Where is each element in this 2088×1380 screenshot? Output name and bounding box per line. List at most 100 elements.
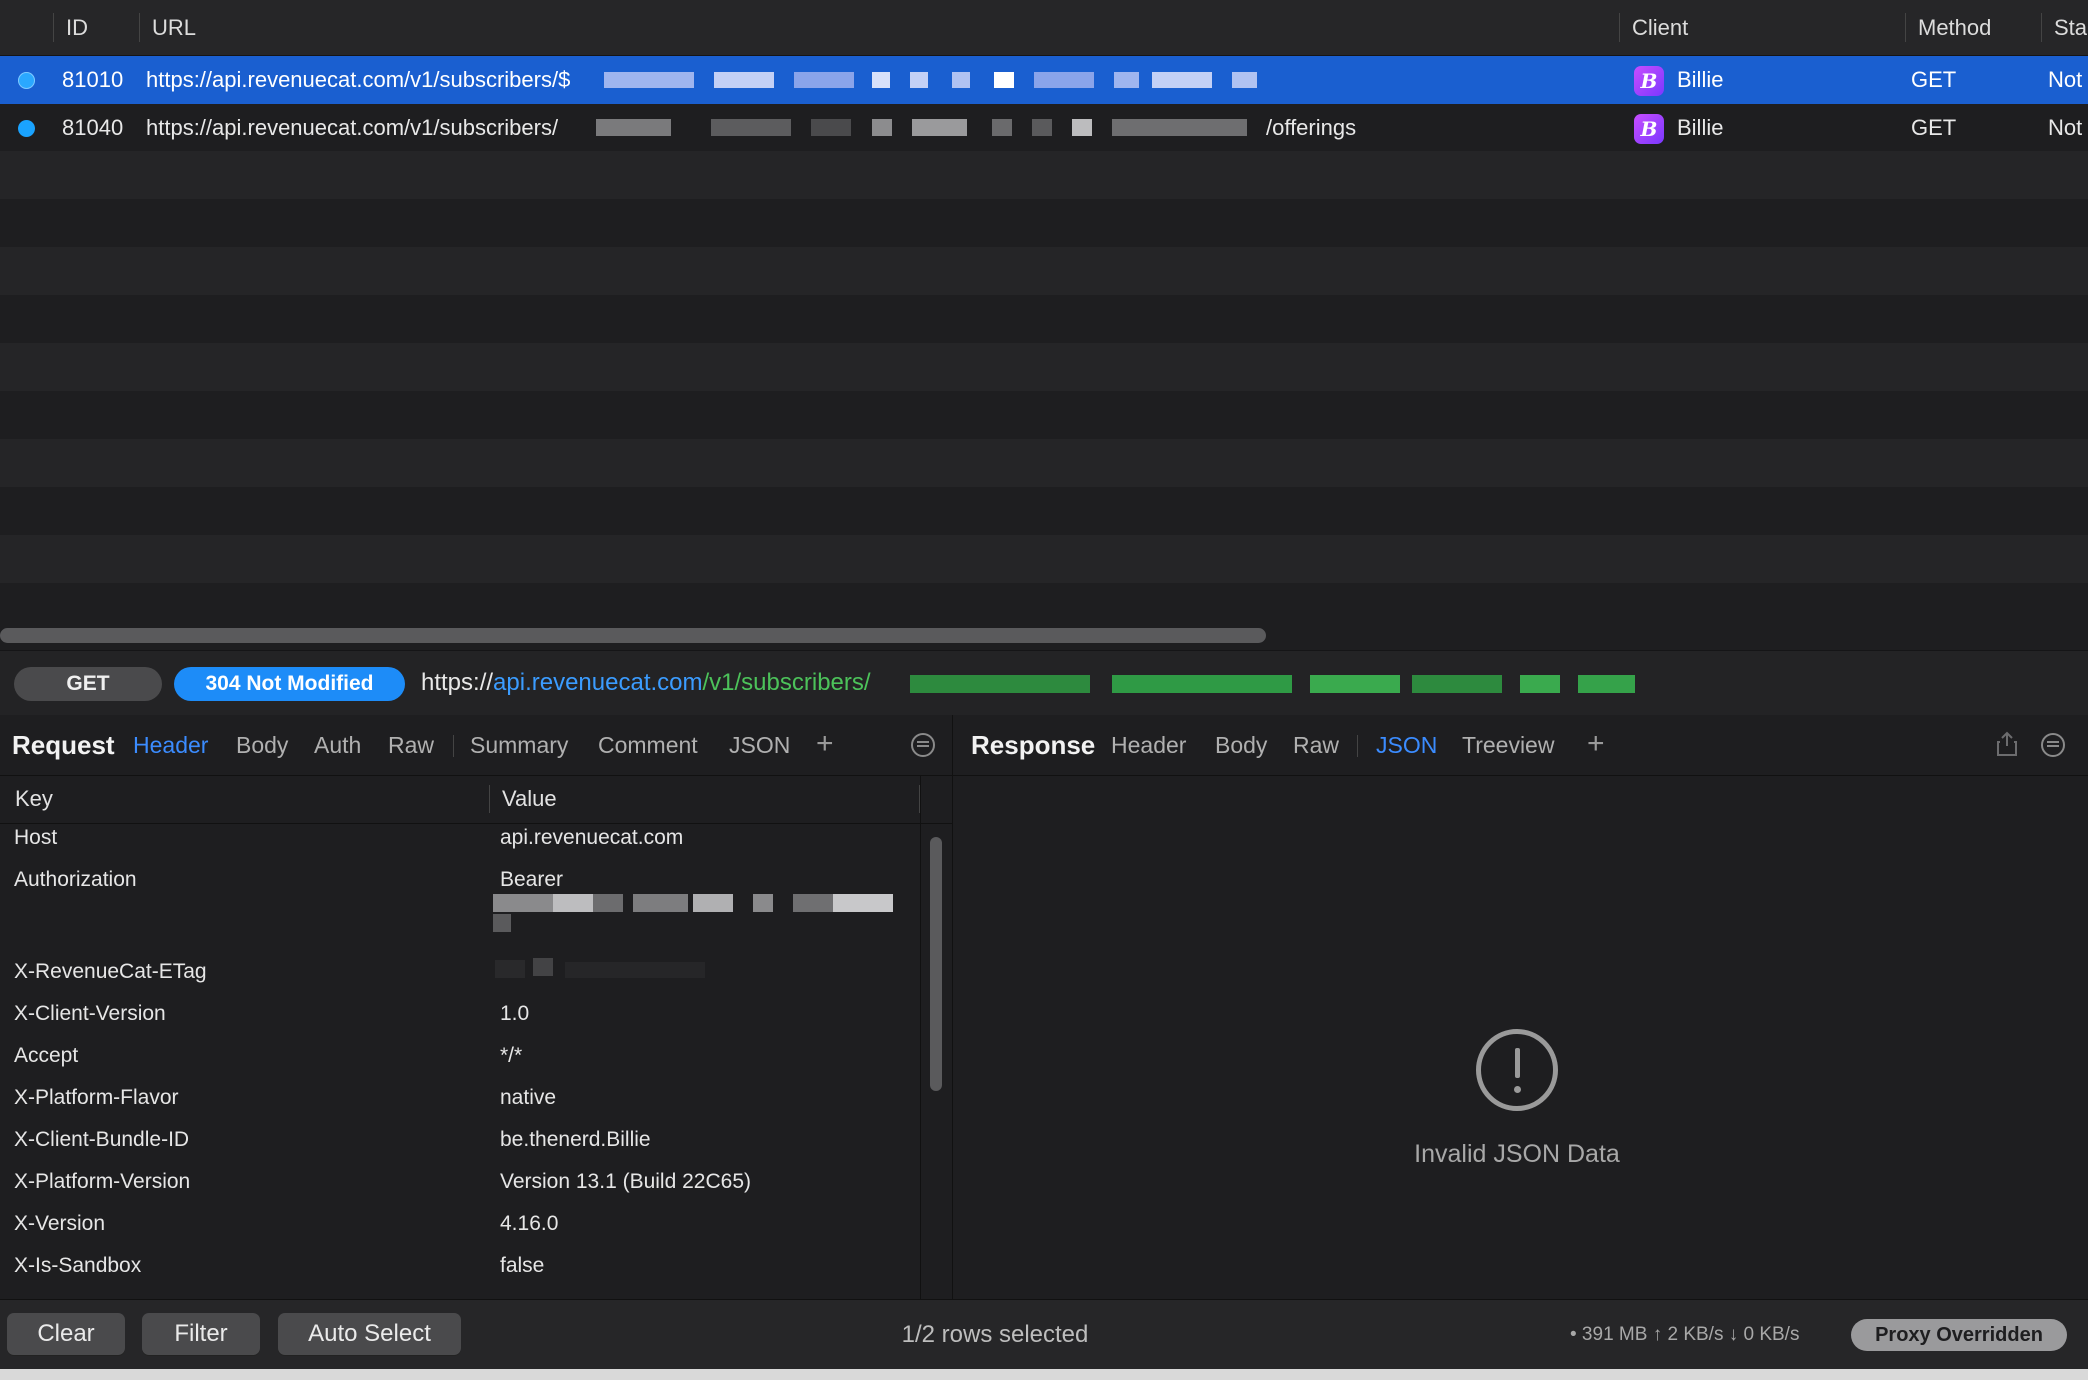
header-value: api.revenuecat.com <box>500 826 684 849</box>
redacted-url-segment <box>604 72 1257 88</box>
request-panel: Request Header Body Auth Raw Summary Com… <box>0 715 953 1299</box>
header-key: X-Client-Version <box>14 1002 166 1025</box>
url-host: api.revenuecat.com <box>493 669 703 696</box>
row-id: 81040 <box>62 115 124 140</box>
header-key: X-Platform-Flavor <box>14 1086 179 1109</box>
empty-row <box>0 151 2088 199</box>
request-title: Request <box>12 730 115 760</box>
column-separator <box>489 785 490 813</box>
tab-separator <box>453 735 454 757</box>
header-key: X-Client-Bundle-ID <box>14 1128 190 1151</box>
method-badge: GET <box>14 667 162 701</box>
key-column-header[interactable]: Key <box>15 775 53 823</box>
column-method[interactable]: Method <box>1906 0 1991 55</box>
column-id[interactable]: ID <box>54 0 88 55</box>
redacted-url-segment <box>596 119 1247 136</box>
column-url[interactable]: URL <box>140 0 196 55</box>
empty-row <box>0 535 2088 583</box>
row-status: Not <box>2048 67 2083 92</box>
traffic-stats: • 391 MB ↑ 2 KB/s ↓ 0 KB/s <box>1570 1324 1800 1345</box>
row-url-suffix: /offerings <box>1266 115 1357 140</box>
url-scheme: https:// <box>421 669 494 696</box>
header-value: Version 13.1 (Build 22C65) <box>500 1170 751 1193</box>
request-list: ID URL Client Method Sta 81010 https://a… <box>0 0 2088 650</box>
tab-response-raw[interactable]: Raw <box>1293 715 1339 775</box>
redacted-token <box>493 894 893 932</box>
tab-request-header[interactable]: Header <box>133 715 208 775</box>
response-panel: Response Header Body Raw JSON Treeview +… <box>953 715 2088 1299</box>
share-icon[interactable] <box>1996 731 2018 757</box>
row-client: Billie <box>1677 67 1724 92</box>
header-value: false <box>500 1254 545 1277</box>
empty-row <box>0 439 2088 487</box>
tab-response-body[interactable]: Body <box>1215 715 1267 775</box>
header-key: Authorization <box>14 868 137 891</box>
tab-request-json[interactable]: JSON <box>729 715 790 775</box>
column-client[interactable]: Client <box>1620 0 1688 55</box>
header-table-head: Key Value <box>0 775 952 824</box>
row-url: https://api.revenuecat.com/v1/subscriber… <box>146 115 559 140</box>
header-key: X-Version <box>14 1212 106 1235</box>
tab-request-auth[interactable]: Auth <box>314 715 361 775</box>
table-row[interactable]: 81040 https://api.revenuecat.com/v1/subs… <box>0 104 2088 152</box>
tab-response-header[interactable]: Header <box>1111 715 1186 775</box>
header-key: X-Platform-Version <box>14 1170 191 1193</box>
row-url: https://api.revenuecat.com/v1/subscriber… <box>146 67 571 92</box>
response-tabs: Response Header Body Raw JSON Treeview + <box>953 715 2088 776</box>
status-dot-icon <box>18 72 35 89</box>
empty-row <box>0 247 2088 295</box>
request-tabs: Request Header Body Auth Raw Summary Com… <box>0 715 952 776</box>
billie-app-icon: B <box>1634 66 1664 96</box>
header-value: be.thenerd.Billie <box>500 1128 651 1151</box>
header-value: */* <box>500 1044 523 1067</box>
filter-options-icon[interactable] <box>2041 733 2065 757</box>
window-edge <box>0 1369 2088 1380</box>
row-status: Not <box>2048 115 2083 140</box>
row-method: GET <box>1911 67 1957 92</box>
bottom-toolbar: Clear Filter Auto Select 1/2 rows select… <box>0 1299 2088 1370</box>
tab-request-comment[interactable]: Comment <box>598 715 698 775</box>
row-id: 81010 <box>62 67 124 92</box>
header-value: native <box>500 1086 557 1109</box>
header-table-body: Host api.revenuecat.com Authorization Be… <box>0 824 920 1299</box>
table-row[interactable]: 81010 https://api.revenuecat.com/v1/subs… <box>0 56 2088 104</box>
url-path: /v1/subscribers/ <box>702 669 871 696</box>
vertical-scrollbar-thumb[interactable] <box>930 837 942 1091</box>
header-key: X-Is-Sandbox <box>14 1254 142 1277</box>
billie-app-icon: B <box>1634 114 1664 144</box>
json-empty-state: Invalid JSON Data <box>953 775 2088 1299</box>
tab-separator <box>1357 735 1358 757</box>
value-column-header[interactable]: Value <box>502 775 557 823</box>
filter-options-icon[interactable] <box>911 733 935 757</box>
url-bar: GET 304 Not Modified https://api.revenue… <box>0 650 2088 716</box>
status-badge: 304 Not Modified <box>174 667 405 701</box>
proxyman-window: ID URL Client Method Sta 81010 https://a… <box>0 0 2088 1380</box>
proxy-overridden-badge[interactable]: Proxy Overridden <box>1851 1319 2067 1351</box>
tab-request-summary[interactable]: Summary <box>470 715 568 775</box>
horizontal-scrollbar-thumb[interactable] <box>0 628 1266 643</box>
header-value: Bearer <box>500 868 564 891</box>
tab-request-raw[interactable]: Raw <box>388 715 434 775</box>
invalid-json-message: Invalid JSON Data <box>1414 1140 1620 1168</box>
redacted-url-segment <box>910 675 1635 693</box>
header-key: X-RevenueCat-ETag <box>14 960 207 983</box>
full-url[interactable]: https://api.revenuecat.com/v1/subscriber… <box>421 651 871 715</box>
column-status[interactable]: Sta <box>2042 0 2087 55</box>
status-dot-icon <box>18 120 35 137</box>
exclamation-icon <box>1476 1029 1558 1111</box>
list-column-header: ID URL Client Method Sta <box>0 0 2088 56</box>
row-client: Billie <box>1677 115 1724 140</box>
tab-response-json[interactable]: JSON <box>1376 715 1437 775</box>
add-tab-icon[interactable]: + <box>1587 715 1605 775</box>
header-value: 1.0 <box>500 1002 530 1025</box>
scroll-gutter-divider <box>920 775 921 1299</box>
response-title: Response <box>971 730 1096 760</box>
tab-request-body[interactable]: Body <box>236 715 288 775</box>
header-key: Accept <box>14 1044 79 1067</box>
empty-row <box>0 343 2088 391</box>
header-key: Host <box>14 826 58 849</box>
header-value: 4.16.0 <box>500 1212 559 1235</box>
row-method: GET <box>1911 115 1957 140</box>
add-tab-icon[interactable]: + <box>816 715 834 775</box>
tab-response-treeview[interactable]: Treeview <box>1462 715 1554 775</box>
